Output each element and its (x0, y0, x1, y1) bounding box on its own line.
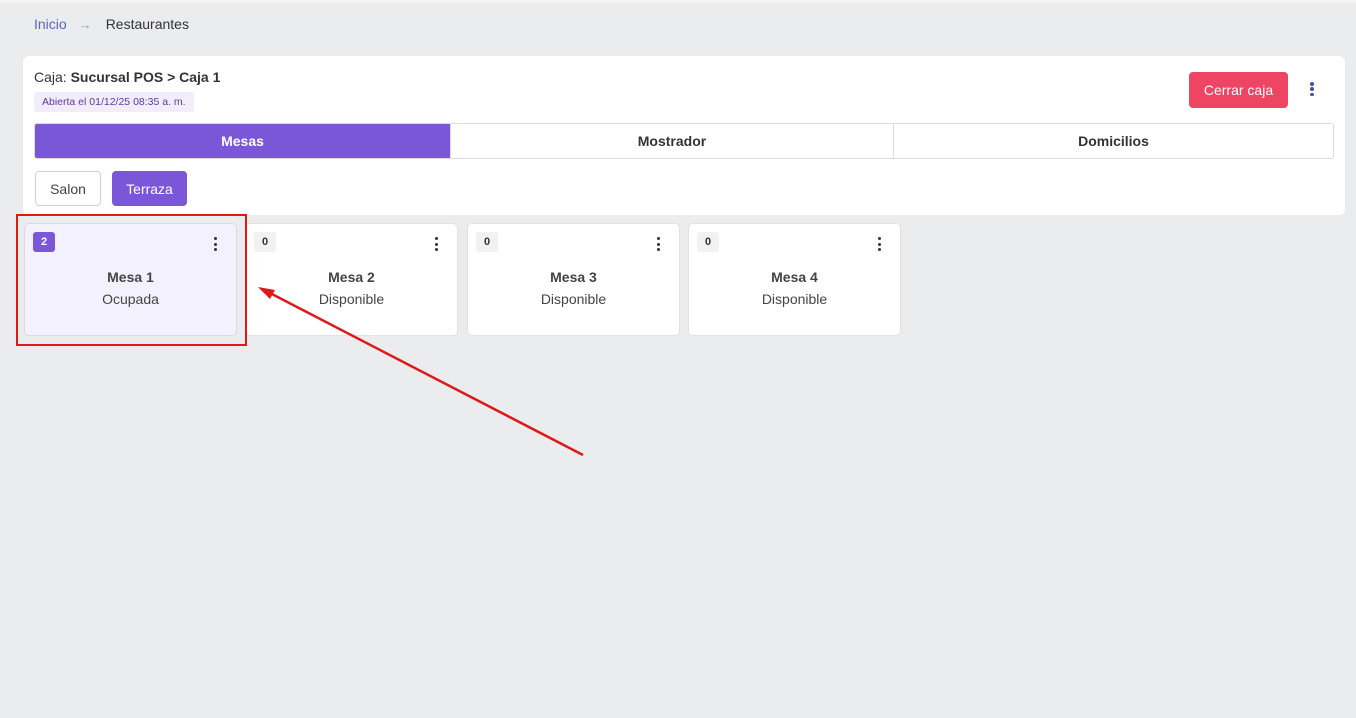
table-count-badge: 0 (254, 232, 276, 252)
table-card-mesa-1[interactable]: 2 Mesa 1 Ocupada (24, 223, 237, 336)
table-card-mesa-3[interactable]: 0 Mesa 3 Disponible (467, 223, 680, 336)
table-card-mesa-2[interactable]: 0 Mesa 2 Disponible (245, 223, 458, 336)
order-type-tabs: Mesas Mostrador Domicilios (34, 123, 1334, 159)
table-name: Mesa 4 (771, 269, 818, 285)
register-name: Caja 1 (179, 69, 221, 85)
kebab-vertical-icon[interactable] (1306, 80, 1318, 98)
zone-salon-button[interactable]: Salon (35, 171, 101, 206)
table-count-badge: 2 (33, 232, 55, 252)
breadcrumb-home-link[interactable]: Inicio (34, 16, 67, 32)
table-count-badge: 0 (697, 232, 719, 252)
table-card-mesa-4[interactable]: 0 Mesa 4 Disponible (688, 223, 901, 336)
register-branch: Sucursal POS (70, 69, 164, 85)
table-status: Ocupada (102, 291, 159, 307)
tab-domicilios[interactable]: Domicilios (893, 124, 1333, 158)
table-menu-kebab-icon[interactable] (432, 237, 440, 251)
table-name: Mesa 3 (550, 269, 597, 285)
top-divider (0, 0, 1356, 3)
table-status: Disponible (318, 291, 385, 307)
table-name: Mesa 2 (328, 269, 375, 285)
breadcrumb: Inicio → Restaurantes (34, 16, 189, 32)
table-count-badge: 0 (476, 232, 498, 252)
register-chevron: > (167, 69, 176, 85)
register-panel: Caja: Sucursal POS > Caja 1 Abierta el 0… (23, 56, 1345, 215)
register-prefix: Caja: (34, 69, 67, 85)
table-menu-kebab-icon[interactable] (654, 237, 662, 251)
register-title: Caja: Sucursal POS > Caja 1 (34, 69, 220, 85)
tab-mostrador[interactable]: Mostrador (450, 124, 893, 158)
breadcrumb-current: Restaurantes (105, 16, 189, 32)
zone-terraza-button[interactable]: Terraza (112, 171, 187, 206)
tab-mesas[interactable]: Mesas (35, 124, 450, 158)
close-register-button[interactable]: Cerrar caja (1189, 72, 1288, 108)
table-name: Mesa 1 (107, 269, 154, 285)
opened-at-badge: Abierta el 01/12/25 08:35 a. m. (34, 92, 194, 112)
table-menu-kebab-icon[interactable] (875, 237, 883, 251)
table-menu-kebab-icon[interactable] (211, 237, 219, 251)
table-status: Disponible (761, 291, 828, 307)
table-status: Disponible (540, 291, 607, 307)
breadcrumb-arrow-icon: → (78, 16, 92, 32)
